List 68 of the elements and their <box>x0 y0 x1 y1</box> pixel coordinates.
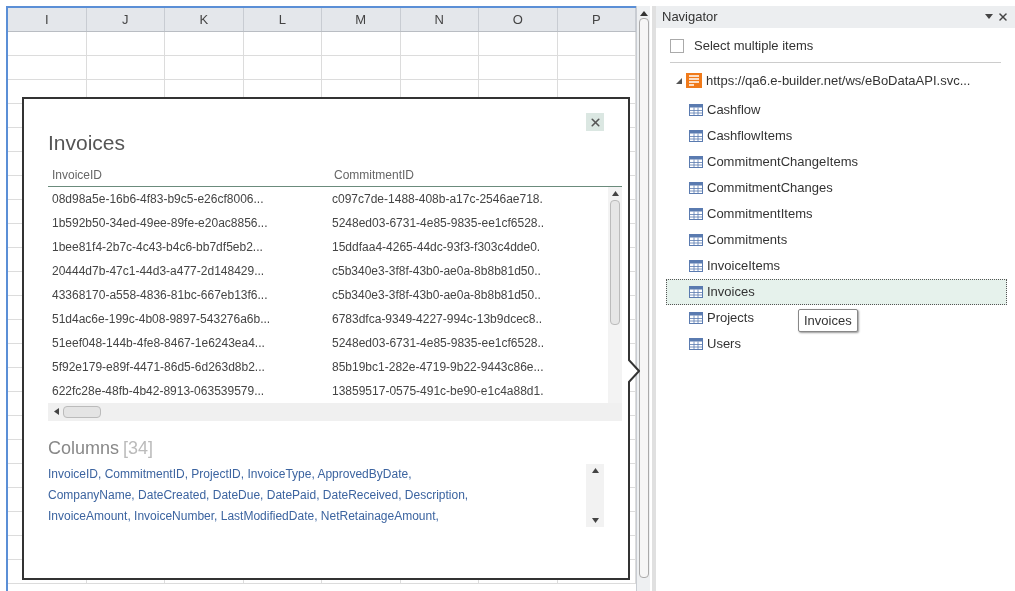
navigator-item[interactable]: InvoiceItems <box>666 252 785 279</box>
column-header[interactable]: M <box>322 8 401 31</box>
table-cell-text: c5b340e3-3f8f-43b0-ae0a-8b8b81d50.. <box>331 286 542 304</box>
table-cell-text: 5f92e179-e89f-4471-86d5-6d263d8b2... <box>51 358 266 376</box>
table-cell-text: 1bee81f4-2b7c-4c43-b4c6-bb7df5eb2... <box>51 238 264 256</box>
navigator-item[interactable]: CommitmentChanges <box>666 174 838 201</box>
data-source-label[interactable]: https://qa6.e-builder.net/ws/eBoDataAPI.svc... <box>706 70 971 91</box>
left-arrow-icon[interactable] <box>54 408 59 415</box>
table-icon <box>689 311 703 324</box>
column-heading: CommitmentID <box>333 166 415 184</box>
tooltip: Invoices <box>798 308 858 332</box>
column-header[interactable]: K <box>165 8 244 31</box>
navigator-item[interactable]: Commitments <box>666 226 793 253</box>
navigator-item[interactable]: Projects <box>666 304 759 331</box>
table-icon <box>689 181 703 194</box>
data-source-icon <box>686 73 702 88</box>
close-icon[interactable] <box>997 11 1009 23</box>
column-header[interactable]: O <box>479 8 558 31</box>
table-cell-text: 43368170-a558-4836-81bc-667eb13f6... <box>51 286 269 304</box>
column-list-line: InvoiceID, CommitmentID, ProjectID, InvoiceType, ApprovedByDate, <box>48 465 413 483</box>
table-cell-text: 1b592b50-34ed-49ee-89fe-e20ac8856... <box>51 214 269 232</box>
column-count: [34] <box>123 436 154 460</box>
expand-arrow-icon[interactable] <box>676 77 682 84</box>
table-icon <box>689 129 703 142</box>
column-heading: InvoiceID <box>51 166 104 184</box>
navigator-item[interactable]: Invoices <box>666 278 1007 305</box>
navigator-item[interactable]: CommitmentItems <box>666 200 818 227</box>
column-header[interactable]: I <box>8 8 87 31</box>
table-icon <box>689 155 703 168</box>
table-cell-text: 51eef048-144b-4fe8-8467-1e6243ea4... <box>51 334 266 352</box>
column-list-line: CompanyName, DateCreated, DateDue, DatePaid, DateReceived, Description, <box>48 486 470 504</box>
table-cell-text: c097c7de-1488-408b-a17c-2546ae718. <box>331 190 544 208</box>
checkbox[interactable] <box>670 38 684 53</box>
table-cell-text: c5b340e3-3f8f-43b0-ae0a-8b8b81d50.. <box>331 262 542 280</box>
table-icon <box>689 207 703 220</box>
table-cell-text: 5248ed03-6731-4e85-9835-ee1cf6528.. <box>331 214 546 232</box>
table-cell-text: 08d98a5e-16b6-4f83-b9c5-e26cf8006... <box>51 190 265 208</box>
navigator-item[interactable]: CommitmentChangeItems <box>666 148 863 175</box>
table-icon <box>689 259 703 272</box>
table-icon <box>689 285 703 298</box>
table-cell-text: 13859517-0575-491c-be90-e1c4a88d1. <box>331 382 545 400</box>
table-cell-text: 5248ed03-6731-4e85-9835-ee1cf6528.. <box>331 334 546 352</box>
navigator-item[interactable]: Users <box>666 330 746 357</box>
column-list-line: InvoiceAmount, InvoiceNumber, LastModifiedDate, NetRetainageAmount, <box>48 507 440 525</box>
up-arrow-icon[interactable] <box>611 190 619 196</box>
table-cell-text: 20444d7b-47c1-44d3-a477-2d148429... <box>51 262 266 280</box>
column-header[interactable]: L <box>243 8 322 31</box>
column-header[interactable]: J <box>86 8 165 31</box>
table-icon <box>689 337 703 350</box>
up-arrow-icon[interactable] <box>639 10 648 16</box>
navigator-item[interactable]: Cashflow <box>666 96 766 123</box>
up-arrow-icon[interactable] <box>591 467 599 473</box>
table-cell-text: 51d4ac6e-199c-4b08-9897-543276a6b... <box>51 310 272 328</box>
down-arrow-icon[interactable] <box>591 517 599 523</box>
column-list-scrollbar[interactable] <box>586 463 604 527</box>
pane-title: Navigator <box>662 8 718 27</box>
table-cell-text: 85b19bc1-282e-4719-9b22-9443c86e... <box>331 358 545 376</box>
navigator-item[interactable]: CashflowItems <box>666 122 798 149</box>
table-cell-text: 622fc28e-48fb-4b42-8913-063539579... <box>51 382 266 400</box>
table-cell-text: 6783dfca-9349-4227-994c-13b9dcec8.. <box>331 310 544 328</box>
column-header[interactable]: N <box>400 8 479 31</box>
table-icon <box>689 233 703 246</box>
table-icon <box>689 103 703 116</box>
dropdown-icon[interactable] <box>985 14 993 20</box>
table-cell-text: 15ddfaa4-4265-44dc-93f3-f303c4dde0. <box>331 238 542 256</box>
checkbox-label: Select multiple items <box>694 37 814 55</box>
preview-title: Invoices <box>48 130 127 156</box>
section-heading: Columns <box>48 436 120 460</box>
